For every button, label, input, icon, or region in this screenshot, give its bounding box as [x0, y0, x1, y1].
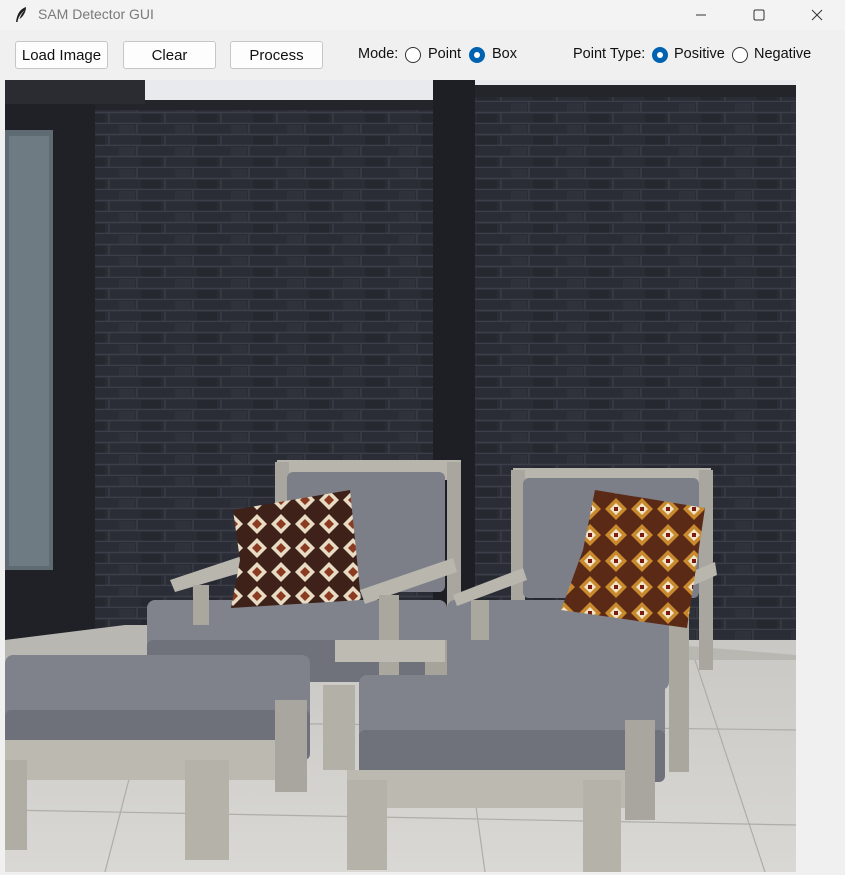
load-image-button[interactable]: Load Image — [15, 41, 108, 69]
point-type-label: Point Type: — [573, 46, 646, 62]
feather-icon — [16, 7, 26, 22]
toolbar: Load Image Clear Process Mode: Point Box… — [0, 30, 845, 78]
mode-point-radio[interactable] — [405, 47, 421, 63]
close-button[interactable] — [794, 0, 840, 30]
image-canvas[interactable] — [5, 80, 796, 872]
window-title: SAM Detector GUI — [38, 6, 154, 22]
clear-button[interactable]: Clear — [123, 41, 216, 69]
point-type-positive-label[interactable]: Positive — [674, 46, 725, 62]
point-type-positive-radio[interactable] — [652, 47, 668, 63]
close-icon — [811, 9, 823, 21]
maximize-button[interactable] — [736, 0, 782, 30]
process-button[interactable]: Process — [230, 41, 323, 69]
maximize-icon — [753, 9, 765, 21]
loaded-photo — [5, 80, 796, 872]
mode-box-radio[interactable] — [469, 47, 485, 63]
mode-point-label[interactable]: Point — [428, 46, 461, 62]
mode-box-label[interactable]: Box — [492, 46, 517, 62]
minimize-button[interactable] — [678, 0, 724, 30]
point-type-negative-label[interactable]: Negative — [754, 46, 811, 62]
minimize-icon — [696, 14, 706, 16]
point-type-negative-radio[interactable] — [732, 47, 748, 63]
title-bar: SAM Detector GUI — [0, 0, 845, 30]
mode-label: Mode: — [358, 46, 399, 62]
